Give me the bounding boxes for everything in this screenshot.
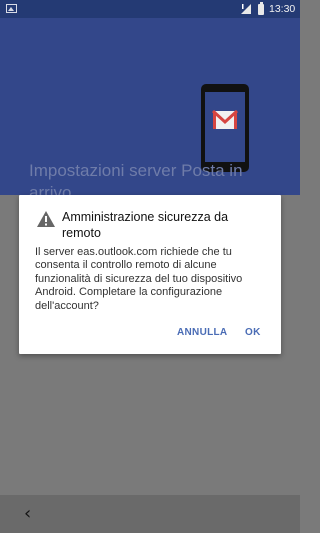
page-title: Impostazioni server Posta in [29, 161, 243, 180]
status-bar: 13:30 [0, 0, 300, 18]
battery-icon [258, 2, 264, 15]
gmail-phone-icon [201, 84, 249, 172]
security-admin-dialog: Amministrazione sicurezza da remoto Il s… [19, 195, 281, 354]
dialog-message: Il server eas.outlook.com richiede che t… [35, 246, 243, 312]
ok-button[interactable]: OK [245, 327, 261, 338]
dialog-title: Amministrazione sicurezza da remoto [62, 210, 229, 240]
navigation-bar: ‹ [0, 495, 300, 533]
cancel-button[interactable]: ANNULLA [177, 327, 227, 338]
header-banner: Impostazioni server Posta in arrivo [0, 18, 300, 195]
page-title-continued: arrivo [29, 183, 72, 195]
status-time: 13:30 [269, 3, 296, 15]
back-chevron-icon[interactable]: ‹ [24, 505, 42, 523]
warning-icon [37, 211, 55, 227]
signal-icon [241, 4, 251, 14]
image-icon [6, 4, 17, 13]
